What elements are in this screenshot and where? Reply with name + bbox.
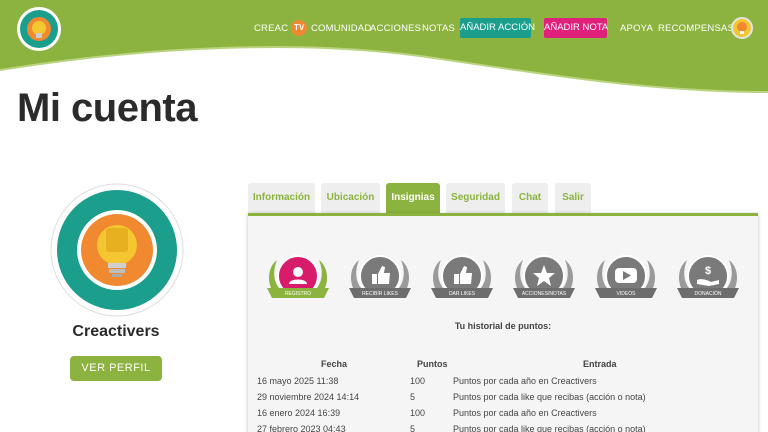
- badge-donacion: $ DONACIÓN: [671, 252, 745, 308]
- row-entry: Puntos por cada año en Creactivers: [453, 376, 597, 386]
- profile-avatar: [50, 183, 184, 317]
- badge-dar-likes-icon: [431, 255, 493, 298]
- column-header-date: Fecha: [321, 359, 348, 369]
- badge-recibir-likes: RECIBIR LIKES: [343, 252, 417, 308]
- tab-chat[interactable]: Chat: [512, 183, 548, 213]
- nav-acciones[interactable]: ACCIONES: [370, 19, 421, 39]
- row-date: 29 noviembre 2024 14:14: [257, 392, 360, 402]
- add-note-button[interactable]: AÑADIR NOTA: [544, 18, 608, 38]
- nav-creac-tv[interactable]: CREAC TV: [254, 19, 308, 39]
- badge-recibir-likes-icon: [349, 255, 411, 298]
- creactivers-badge-icon: [50, 183, 184, 317]
- badge-acciones-notas-icon: [513, 255, 575, 298]
- row-entry: Puntos por cada like que recibas (acción…: [453, 392, 646, 402]
- tv-badge: TV: [291, 20, 308, 37]
- badge-dar-likes: DAR LIKES: [425, 252, 499, 308]
- nav-recompensas[interactable]: RECOMPENSAS: [658, 19, 734, 39]
- svg-text:$: $: [705, 265, 711, 277]
- nav-creac-label: CREAC: [254, 23, 289, 34]
- add-action-button[interactable]: AÑADIR ACCIÓN: [460, 18, 535, 38]
- badge-label: RECIBIR LIKES: [362, 291, 398, 297]
- nav-notas[interactable]: NOTAS: [422, 19, 455, 39]
- table-row: 16 mayo 2025 11:38 100 Puntos por cada a…: [248, 376, 758, 392]
- profile-name: Creactivers: [72, 323, 160, 340]
- tab-seguridad[interactable]: Seguridad: [446, 183, 505, 213]
- tab-insignias[interactable]: Insignias: [386, 183, 440, 213]
- row-entry: Puntos por cada año en Creactivers: [453, 408, 597, 418]
- column-header-entry: Entrada: [583, 359, 617, 369]
- badge-label: DONACIÓN: [694, 291, 722, 297]
- site-header: CREAC TV COMUNIDAD ACCIONES NOTAS AÑADIR …: [0, 0, 768, 95]
- lightbulb-icon: [737, 22, 747, 34]
- row-date: 16 enero 2024 16:39: [257, 408, 341, 418]
- badge-label: VIDEOS: [616, 291, 636, 297]
- main-navigation: CREAC TV COMUNIDAD ACCIONES NOTAS AÑADIR …: [0, 18, 768, 40]
- badge-registro: REGISTRO: [261, 252, 335, 308]
- badge-acciones-notas: ACCIONES/NOTAS: [507, 252, 581, 308]
- row-date: 16 mayo 2025 11:38: [257, 376, 339, 386]
- badge-label: DAR LIKES: [448, 291, 476, 297]
- badge-label: ACCIONES/NOTAS: [521, 291, 567, 297]
- badge-registro-icon: [267, 255, 329, 298]
- row-points: 5: [410, 392, 416, 402]
- view-profile-button[interactable]: VER PERFIL: [70, 356, 162, 381]
- tab-salir[interactable]: Salir: [555, 183, 591, 213]
- column-header-points: Puntos: [417, 359, 448, 369]
- badge-videos-icon: [595, 255, 657, 298]
- page-title: Mi cuenta: [17, 86, 197, 130]
- points-history-title: Tu historial de puntos:: [454, 321, 552, 331]
- badge-videos: VIDEOS: [589, 252, 663, 308]
- row-points: 100: [410, 376, 426, 386]
- user-avatar[interactable]: [731, 17, 753, 39]
- badge-label: REGISTRO: [284, 291, 312, 297]
- row-entry: Puntos por cada like que recibas (acción…: [453, 424, 646, 432]
- row-date: 27 febrero 2023 04:43: [257, 424, 346, 432]
- nav-apoya[interactable]: APOYA: [620, 19, 653, 39]
- table-row: 27 febrero 2023 04:43 5 Puntos por cada …: [248, 424, 758, 432]
- badges-panel: REGISTRO RECIBIR LIKES DAR LIKES ACCIONE…: [248, 213, 758, 432]
- row-points: 100: [410, 408, 426, 418]
- badge-donacion-icon: $: [677, 255, 739, 298]
- table-row: 16 enero 2024 16:39 100 Puntos por cada …: [248, 408, 758, 424]
- row-points: 5: [410, 424, 416, 432]
- tab-informacion[interactable]: Información: [248, 183, 315, 213]
- tab-ubicacion[interactable]: Ubicación: [321, 183, 380, 213]
- table-row: 29 noviembre 2024 14:14 5 Puntos por cad…: [248, 392, 758, 408]
- header-wave-background: [0, 0, 768, 93]
- nav-comunidad[interactable]: COMUNIDAD: [311, 19, 371, 39]
